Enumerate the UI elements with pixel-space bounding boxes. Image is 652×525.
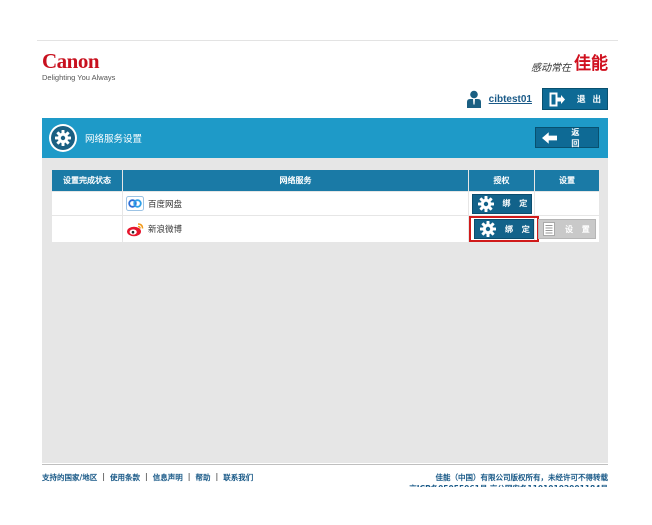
user-icon [466,90,481,108]
footer-separator: | [187,472,191,481]
service-cell: 新浪微博 [122,215,469,243]
logo-wordmark: Canon [42,49,100,73]
footer-link-countries[interactable]: 支持的国家/地区 [42,472,97,483]
footer-link-notice[interactable]: 信息声明 [153,472,183,483]
settings-cell [534,191,600,216]
service-cell: 百度网盘 [122,191,469,216]
arrow-left-icon [542,131,558,144]
gear-icon [477,195,494,212]
copyright-text: 佳能（中国）有限公司版权所有，未经许可不得转载 [435,473,609,482]
column-header-settings: 设置 [534,169,600,192]
service-name: 新浪微博 [148,225,183,235]
footer-divider [42,464,608,465]
bind-label: 绑 定 [502,199,531,208]
logout-button[interactable]: 退 出 [542,88,608,110]
slogan-big-text: 佳能 [574,54,608,74]
bind-button[interactable]: 绑 定 [471,193,532,214]
icp-text: 京ICP备05055061号 京公网安备11010102001184号 [409,483,608,487]
gear-icon [480,221,496,237]
table-header-row: 设置完成状态 网络服务 授权 设置 [51,169,600,192]
status-cell [51,215,123,243]
column-header-status: 设置完成状态 [51,169,123,192]
auth-cell: 绑 定 [468,191,535,216]
footer-separator: | [215,472,219,481]
gear-icon [55,130,71,146]
settings-label: 设 置 [565,224,593,234]
back-button[interactable]: 返 回 [535,127,599,148]
baidu-cloud-icon [126,196,144,211]
settings-button[interactable]: 设 置 [538,219,596,239]
logo-tagline: Delighting You Always [42,73,116,82]
auth-cell: 绑 定 [468,215,539,243]
table-row: 百度网盘 绑 定 [51,191,600,216]
service-name: 百度网盘 [148,199,183,210]
logout-icon [549,92,565,106]
column-header-service: 网络服务 [122,169,469,192]
list-icon [543,222,555,236]
canon-logo: Canon Delighting You Always [42,49,116,83]
footer-link-contact[interactable]: 联系我们 [223,472,253,483]
settings-badge [49,124,77,152]
bind-button[interactable]: 绑 定 [474,219,534,239]
username-link[interactable]: cibtest01 [489,94,532,105]
footer-link-terms[interactable]: 使用条款 [110,472,140,483]
top-divider [37,40,618,41]
footer-links: 支持的国家/地区 | 使用条款 | 信息声明 | 帮助 | 联系我们 [42,472,253,483]
footer-separator: | [102,472,105,481]
settings-cell: 设 置 [534,215,600,243]
back-label: 返 回 [571,127,583,148]
sina-weibo-icon [127,222,144,236]
footer-link-help[interactable]: 帮助 [196,472,211,483]
status-cell [51,191,123,216]
highlight-box: 绑 定 [469,216,539,242]
brand-slogan: 感动常在 佳能 [531,54,608,75]
column-header-auth: 授权 [468,169,535,192]
bind-label: 绑 定 [505,224,533,234]
footer-separator: | [145,472,148,481]
panel-header: 网络服务设置 返 回 [42,118,608,158]
user-area: cibtest01 退 出 [466,88,608,110]
slogan-small-text: 感动常在 [531,63,571,74]
table-row: 新浪微博 绑 定 设 置 [51,215,600,243]
logout-label: 退 出 [577,95,603,105]
page-title: 网络服务设置 [85,134,143,145]
network-service-panel: 网络服务设置 返 回 设置完成状态 网络服务 授权 设置 百度网盘 绑 定 新浪… [42,118,608,463]
service-table: 设置完成状态 网络服务 授权 设置 百度网盘 绑 定 新浪微博 绑 定 设 置 [51,169,600,243]
